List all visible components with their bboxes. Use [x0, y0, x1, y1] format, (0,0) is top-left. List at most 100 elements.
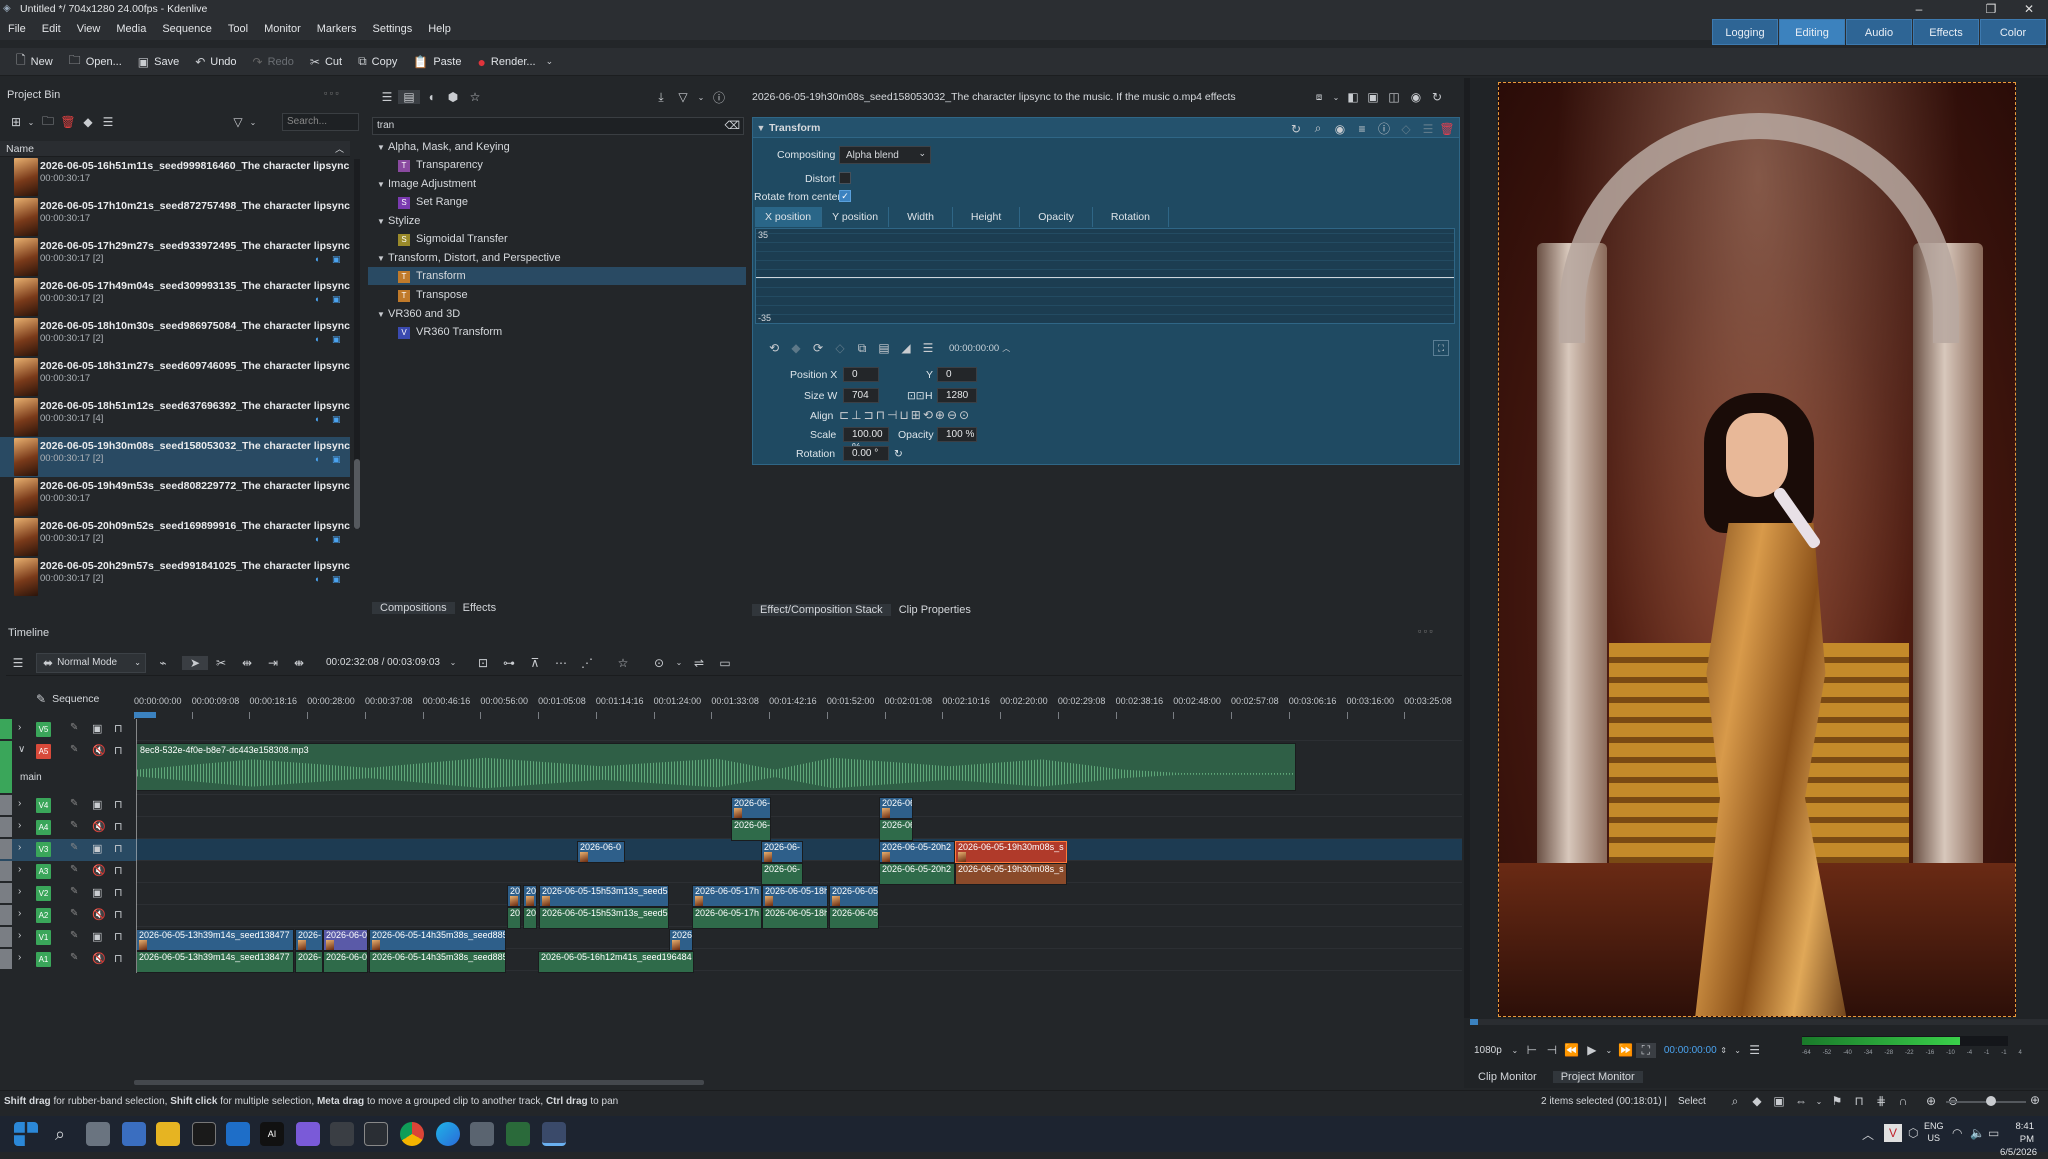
chevron-up-icon[interactable]: ︿ [999, 343, 1013, 354]
video-clip[interactable]: 2026 [669, 929, 693, 951]
dropbox-icon[interactable]: ⬡ [1908, 1126, 1918, 1140]
video-clip[interactable]: 2026-06-05-17h [692, 885, 762, 907]
distort-checkbox[interactable] [839, 172, 851, 184]
track-header[interactable]: › V4 ✎ ▣ ⊓ [0, 795, 136, 817]
timeline-hscrollbar[interactable] [134, 1080, 704, 1085]
save-button[interactable]: ▣ Save [138, 55, 179, 69]
track-header[interactable]: › A2 ✎ 🔇 ⊓ [0, 905, 136, 927]
audio-clip[interactable]: 2026-06-05-13h39m14s_seed138477 [136, 951, 294, 973]
scale-input[interactable]: 100.00 % [843, 427, 889, 453]
track-target-indicator[interactable] [0, 861, 12, 881]
mute-icon[interactable]: 🔇 [92, 864, 106, 877]
video-clip[interactable]: 2026-06-05-19h30m08s_s [955, 841, 1067, 863]
expand-track-icon[interactable]: › [18, 908, 21, 919]
volume-icon[interactable]: 🔈 [1970, 1126, 1985, 1140]
input-language[interactable]: ENG US [1924, 1120, 1944, 1144]
razor-all-icon[interactable]: ⌁ [150, 656, 176, 670]
video-clip[interactable]: 2026-06-05-14h35m38s_seed885 [369, 929, 506, 951]
bin-clip-item[interactable]: 2026-06-05-18h51m12s_seed637696392_The c… [0, 397, 350, 437]
favorites-icon[interactable]: ☆ [464, 90, 486, 104]
lock-icon[interactable]: ⊓ [1848, 1094, 1870, 1108]
menu-file[interactable]: File [0, 23, 34, 35]
minimize-icon[interactable]: – [1902, 0, 1936, 18]
lock-icon[interactable]: ⊓ [114, 798, 123, 811]
timeline-playhead[interactable] [136, 719, 137, 973]
align-bottom-icon[interactable]: ⊔ [899, 408, 910, 422]
folder-icon[interactable]: 🗀 [38, 112, 58, 133]
track-name-badge[interactable]: V5 [36, 722, 51, 737]
track-name-badge[interactable]: A1 [36, 952, 51, 967]
expand-track-icon[interactable]: › [18, 798, 21, 809]
audio-clip[interactable]: 2026-06- [731, 819, 771, 841]
zoom-out-icon[interactable]: ⊖ [947, 408, 959, 422]
menu-help[interactable]: Help [420, 23, 459, 35]
zoom-in-icon[interactable]: ⊕ [935, 408, 947, 422]
mute-icon[interactable]: 🔇 [92, 744, 106, 757]
audio-waveform-clip[interactable]: 8ec8-532e-4f0e-b8e7-dc443e158308.mp3 [136, 743, 1296, 791]
menu-media[interactable]: Media [108, 23, 154, 35]
effects-search-input[interactable]: tran ⌫ [372, 117, 744, 135]
zone-marker[interactable] [134, 712, 156, 718]
track-header[interactable]: › V2 ✎ ▣ ⊓ [0, 883, 136, 905]
track-lane[interactable] [134, 795, 1462, 817]
flag-icon[interactable]: ⚑ [1826, 1094, 1848, 1108]
zoom-in-icon[interactable]: ⊕ [1920, 1094, 1942, 1108]
bin-clip-item[interactable]: 2026-06-05-17h29m27s_seed933972495_The c… [0, 237, 350, 277]
menu-view[interactable]: View [69, 23, 109, 35]
track-target-indicator[interactable] [0, 719, 12, 739]
snap-icon[interactable]: ⊙ [646, 656, 672, 670]
copy-icon[interactable]: ⧉ [851, 341, 873, 356]
insert-icon[interactable]: ⊡ [470, 656, 496, 670]
track-header[interactable]: › A4 ✎ 🔇 ⊓ [0, 817, 136, 839]
audio-clip[interactable]: 2026-06-05-14h35m38s_seed885 [369, 951, 506, 973]
loop-zone-icon[interactable]: ⛶ [1635, 1042, 1656, 1058]
forward-icon[interactable]: ⏩ [1616, 1043, 1636, 1057]
edit-track-icon[interactable]: ✎ [70, 864, 78, 875]
size-w-input[interactable]: 704 [843, 388, 879, 403]
bin-scroll-thumb[interactable] [354, 459, 360, 529]
edit-track-icon[interactable]: ✎ [70, 930, 78, 941]
subtitle-icon[interactable]: ▭ [712, 656, 738, 670]
monitor-ruler[interactable] [1470, 1019, 2048, 1025]
fit-icon[interactable]: ⟲ [923, 408, 935, 422]
track-name-badge[interactable]: V2 [36, 886, 51, 901]
chevron-down-icon[interactable]: ⌄ [1329, 93, 1343, 102]
eye-icon[interactable]: ◉ [1405, 90, 1427, 104]
video-clip[interactable]: 2026- [295, 929, 323, 951]
eye-icon[interactable]: ◉ [1329, 122, 1351, 136]
undo-button[interactable]: ↶ Undo [195, 55, 236, 69]
track-header[interactable]: › V3 ✎ ▣ ⊓ [0, 839, 136, 861]
timeline-ruler[interactable]: 00:00:00:00 00:00:09:08 00:00:18:16 00:00:2… [134, 696, 1462, 720]
collapse-icon[interactable]: ◫ [1383, 90, 1405, 104]
lift-icon[interactable]: ⊼ [522, 656, 548, 670]
paste-icon[interactable]: ▤ [873, 341, 895, 355]
grid-icon[interactable]: ⋕ [1870, 1094, 1892, 1108]
edit-track-icon[interactable]: ✎ [70, 798, 78, 809]
tab-compositions[interactable]: Compositions [372, 602, 455, 614]
track-target-indicator[interactable] [0, 817, 12, 837]
track-name-badge[interactable]: A5 [36, 744, 51, 759]
chevron-down-icon[interactable]: ⌄ [1508, 1046, 1522, 1055]
menu-icon[interactable]: ☰ [98, 115, 118, 129]
chrome-icon[interactable] [400, 1122, 424, 1146]
lock-icon[interactable]: ⊓ [114, 820, 123, 833]
tab-effects[interactable]: Effects [455, 602, 504, 614]
audio-clip[interactable]: 2026-06-05-15h53m13s_seed5 [539, 907, 669, 929]
copy-button[interactable]: ⧉ Copy [358, 54, 397, 69]
search-icon[interactable]: ⌕ [48, 1122, 72, 1146]
chevron-down-icon[interactable]: ⌄ [672, 658, 686, 667]
tab-rotation[interactable]: Rotation [1093, 207, 1169, 227]
expand-track-icon[interactable]: › [18, 886, 21, 897]
keyframes-icon[interactable]: ≡ [1351, 122, 1373, 136]
align-hcenter-icon[interactable]: ⊥ [851, 408, 863, 422]
add-keyframe-icon[interactable]: ◆ [785, 341, 807, 355]
hide-track-icon[interactable]: ▣ [92, 930, 102, 943]
kdenlive-taskbar-icon[interactable] [542, 1122, 566, 1146]
lock-icon[interactable]: ⊓ [114, 952, 123, 965]
video-clip[interactable]: 2026-06-0 [577, 841, 625, 863]
save-icon[interactable]: ▣ [1768, 1094, 1790, 1108]
tab-project-monitor[interactable]: Project Monitor [1552, 1071, 1643, 1083]
slip-tool-icon[interactable]: ⇼ [286, 656, 312, 670]
audio-clip[interactable]: 2026-06- [761, 863, 803, 885]
video-clip[interactable]: 2026-06 [879, 797, 913, 819]
